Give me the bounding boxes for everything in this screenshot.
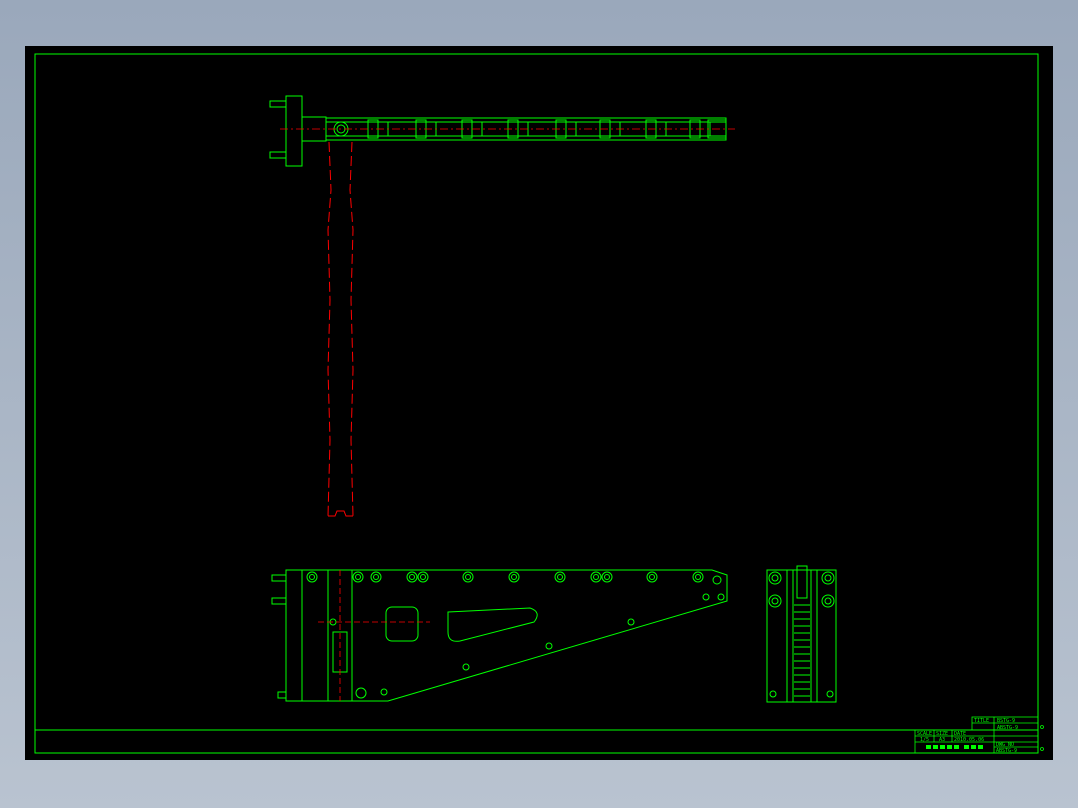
date-value: 2010.05.06	[954, 737, 984, 743]
scale-value: 1/5	[920, 737, 929, 743]
title-label: TITLE	[974, 718, 989, 724]
size-value: A3	[939, 737, 945, 743]
company-logo	[926, 745, 983, 749]
title-value: BSTG-9	[997, 718, 1015, 724]
part-number-value: ABSTG-9	[997, 725, 1018, 731]
drawing-sheet[interactable]: TITLE BSTG-9 ABSTG-9 SCALE SIZE DATE 1/5…	[0, 0, 1078, 808]
sheet-background	[25, 46, 1053, 760]
cad-viewport[interactable]: TITLE BSTG-9 ABSTG-9 SCALE SIZE DATE 1/5…	[0, 0, 1078, 808]
drawing-number-value: ABSTG-9	[996, 748, 1017, 754]
